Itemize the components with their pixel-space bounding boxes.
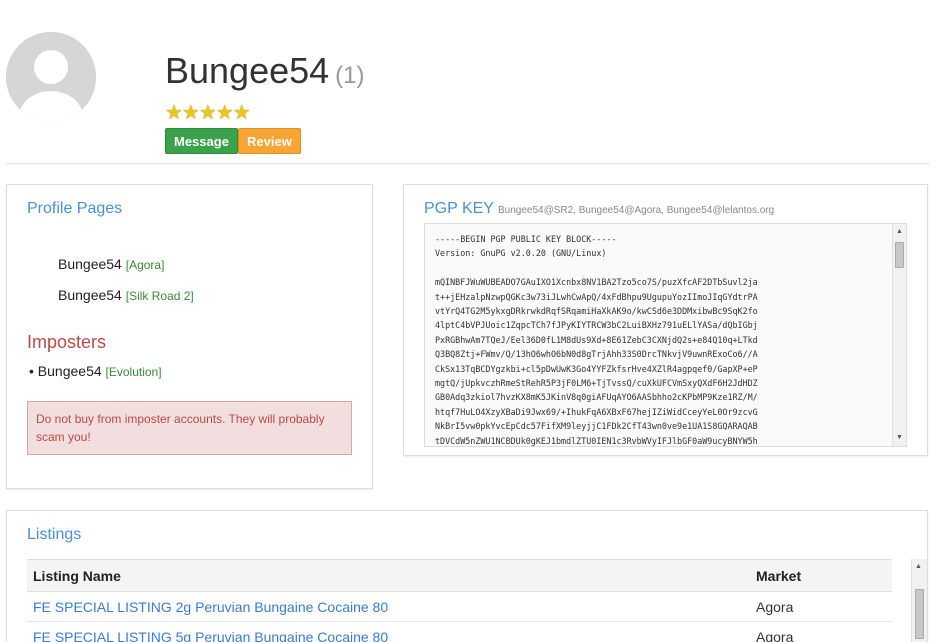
listing-link[interactable]: FE SPECIAL LISTING 5g Peruvian Bungaine … <box>33 629 388 642</box>
column-header-market[interactable]: Market <box>750 559 892 592</box>
pgp-title: PGP KEY <box>424 200 494 217</box>
listing-market-cell: Agora <box>750 621 892 642</box>
message-button[interactable]: Message <box>165 128 238 154</box>
profile-page-link[interactable]: Bungee54 [Agora] <box>58 256 164 272</box>
pgp-key-text: -----BEGIN PGP PUBLIC KEY BLOCK----- Ver… <box>435 234 758 446</box>
scroll-thumb[interactable] <box>895 242 904 268</box>
scroll-up-arrow-icon[interactable]: ▲ <box>893 226 906 238</box>
table-row: FE SPECIAL LISTING 2g Peruvian Bungaine … <box>27 591 892 622</box>
profile-page-link[interactable]: Bungee54 [Silk Road 2] <box>58 287 194 303</box>
imposter-warning: Do not buy from imposter accounts. They … <box>27 401 352 455</box>
pgp-panel: PGP KEY Bungee54@SR2, Bungee54@Agora, Bun… <box>403 184 928 456</box>
scroll-up-arrow-icon[interactable]: ▲ <box>912 561 925 573</box>
column-header-listing-name[interactable]: Listing Name <box>27 559 750 592</box>
bullet-icon: • <box>29 363 34 379</box>
pgp-heading: PGP KEY Bungee54@SR2, Bungee54@Agora, Bun… <box>424 200 774 218</box>
profile-pages-title: Profile Pages <box>27 200 123 217</box>
listings-panel: Listings Listing Name Market FE SPECIAL … <box>6 510 928 642</box>
imposter-item[interactable]: • Bungee54 [Evolution] <box>29 363 162 379</box>
imposters-title: Imposters <box>27 332 107 352</box>
review-count: (1) <box>335 62 365 89</box>
listing-name-cell: FE SPECIAL LISTING 2g Peruvian Bungaine … <box>27 591 750 622</box>
listing-market-cell: Agora <box>750 591 892 622</box>
avatar <box>6 32 96 122</box>
table-row: FE SPECIAL LISTING 5g Peruvian Bungaine … <box>27 621 892 642</box>
pgp-identities: Bungee54@SR2, Bungee54@Agora, Bungee54@l… <box>497 205 775 216</box>
scroll-down-arrow-icon[interactable]: ▼ <box>893 432 906 444</box>
imposter-market: [Evolution] <box>105 365 162 379</box>
listing-name-cell: FE SPECIAL LISTING 5g Peruvian Bungaine … <box>27 621 750 642</box>
vendor-name: Bungee54 <box>165 50 330 91</box>
pgp-scrollbar[interactable]: ▲ ▼ <box>892 224 906 446</box>
pgp-key-textarea[interactable]: -----BEGIN PGP PUBLIC KEY BLOCK----- Ver… <box>424 223 907 447</box>
scroll-thumb[interactable] <box>915 589 924 639</box>
user-silhouette-icon <box>6 32 96 122</box>
listings-title: Listings <box>27 526 82 543</box>
profile-pages-panel: Profile Pages Bungee54 [Agora] Bungee54 … <box>6 184 373 489</box>
profile-page-market: [Agora] <box>125 258 165 272</box>
imposter-name: Bungee54 <box>37 363 102 379</box>
listing-link[interactable]: FE SPECIAL LISTING 2g Peruvian Bungaine … <box>33 599 388 615</box>
table-header-row: Listing Name Market <box>27 559 892 592</box>
profile-heading: Bungee54 (1) <box>165 50 365 92</box>
profile-page-name: Bungee54 <box>58 287 122 303</box>
profile-page-name: Bungee54 <box>58 256 122 272</box>
listings-table: Listing Name Market FE SPECIAL LISTING 2… <box>27 559 892 642</box>
listings-scrollbar[interactable]: ▲ <box>911 559 927 642</box>
rating-stars: ★★★★★ <box>165 102 251 124</box>
review-button[interactable]: Review <box>238 128 301 154</box>
header-divider <box>6 163 930 164</box>
profile-page-market: [Silk Road 2] <box>125 289 194 303</box>
